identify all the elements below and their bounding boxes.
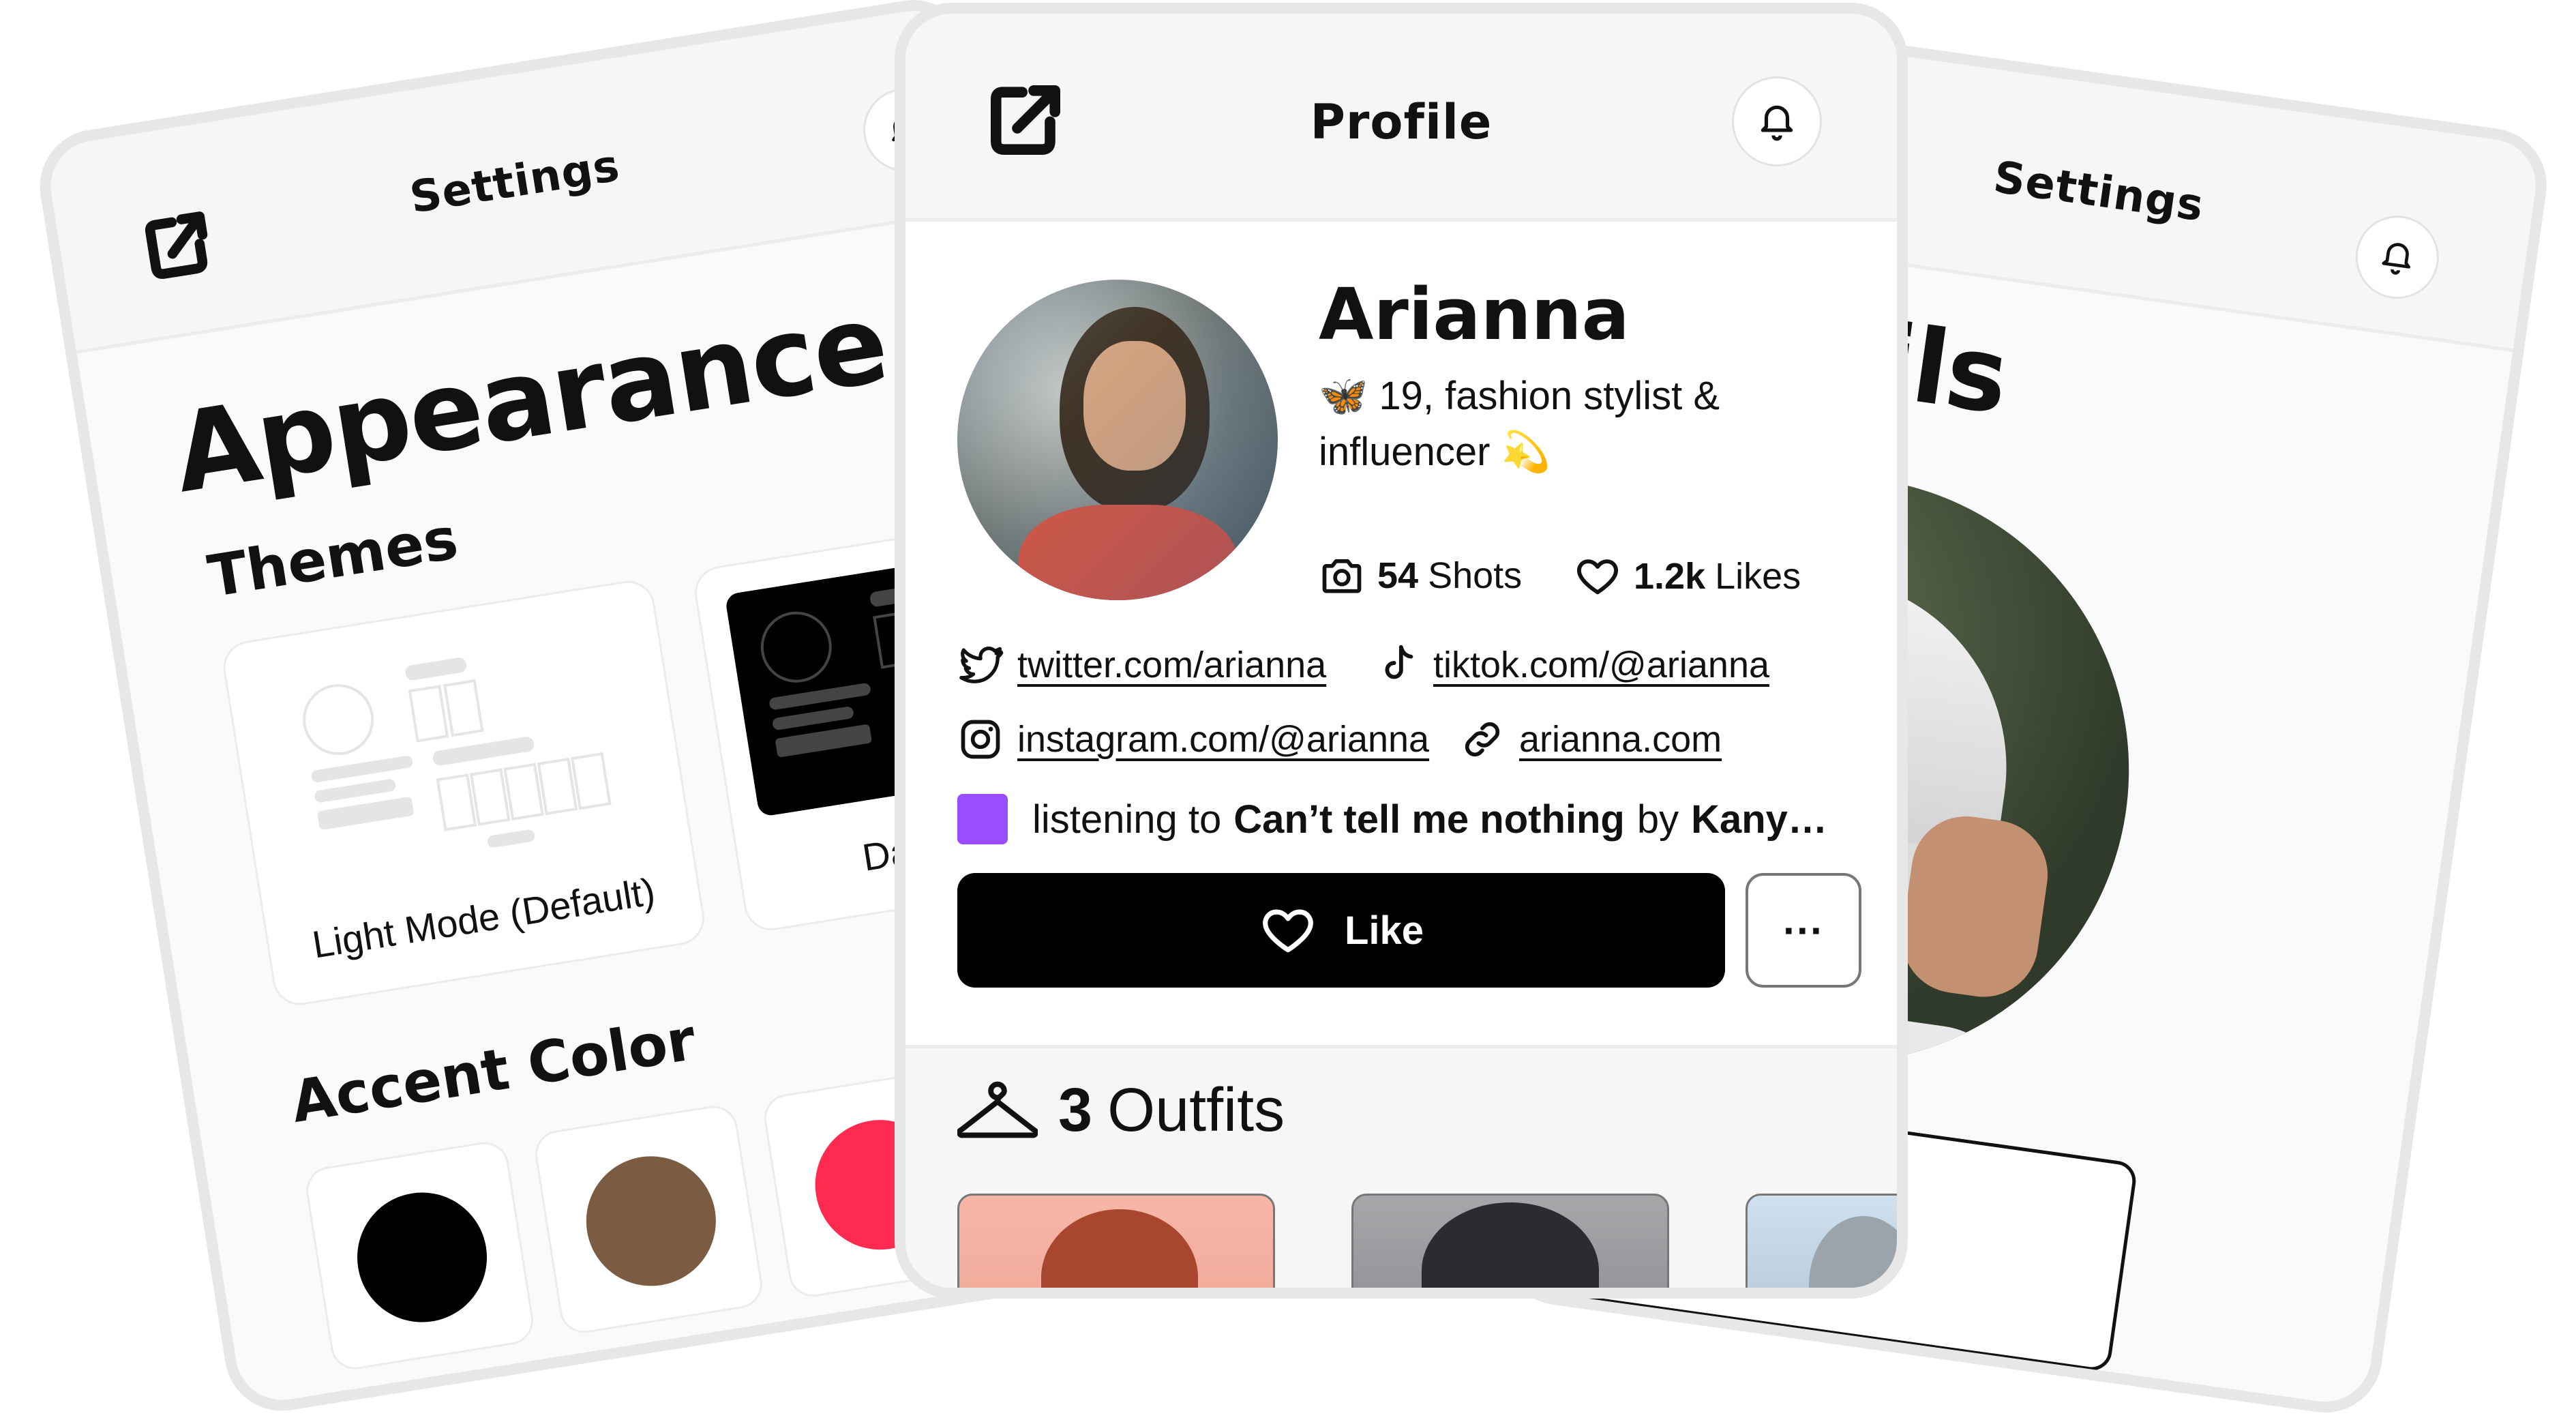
twitter-link[interactable]: twitter.com/arianna [1017,644,1326,686]
outfits-label: Outfits [1107,1076,1285,1144]
listening-by: by [1636,797,1679,842]
link-icon [1465,722,1500,757]
heart-icon [1577,559,1618,595]
bell-icon [2382,243,2411,275]
twitter-link-row: twitter.com/arianna [957,641,1326,689]
accent-color-heading: Accent Color [286,1005,700,1136]
profile-name: Arianna [1319,273,1630,356]
theme-label-light: Light Mode (Default) [309,870,658,966]
theme-card-light[interactable]: Light Mode (Default) [219,576,708,1009]
accent-swatch-brown[interactable] [531,1102,766,1337]
now-playing[interactable]: listening to Can’t tell me nothing by Ka… [957,794,1864,844]
accent-dot [348,1183,496,1332]
accent-dot [577,1147,725,1296]
instagram-icon [961,720,1000,759]
website-link-row: arianna.com [1459,716,1722,763]
profile-bio: 🦋 19, fashion stylist & influencer 💫 [1319,368,1837,480]
like-button-label: Like [1344,908,1424,953]
website-link[interactable]: arianna.com [1519,718,1722,760]
bio-line-2: influencer [1319,430,1491,474]
heart-icon [1263,909,1313,953]
outfit-card[interactable] [1746,1194,1897,1288]
artist-name: Kany… [1691,797,1827,842]
tiktok-link-row: tiktok.com/@arianna [1373,641,1769,689]
dizzy-icon: 💫 [1501,430,1551,474]
tiktok-link[interactable]: tiktok.com/@arianna [1433,644,1769,686]
settings-header-title: Settings [406,140,623,224]
profile-header: Profile [905,14,1897,222]
instagram-link-row: instagram.com/@arianna [957,716,1429,763]
shots-count: 54 [1377,555,1419,596]
profile-screen: Profile Arianna 🦋 19, fashion stylist & … [895,3,1908,1299]
like-button[interactable]: Like [957,873,1725,988]
outfits-heading: 3 Outfits [957,1076,1285,1146]
likes-label: Likes [1715,556,1801,597]
twitter-icon [959,646,1004,683]
accent-swatch-black[interactable] [302,1138,537,1373]
shots-label: Shots [1428,555,1523,596]
outfit-card[interactable] [1351,1194,1669,1288]
outfits-count: 3 [1058,1076,1093,1144]
light-theme-preview [289,629,631,880]
hanger-icon [957,1081,1038,1138]
now-playing-swatch [957,794,1008,844]
likes-stat[interactable]: 1.2k Likes [1574,552,1801,600]
song-title: Can’t tell me nothing [1233,797,1625,842]
themes-heading: Themes [203,505,462,610]
instagram-link[interactable]: instagram.com/@arianna [1017,718,1429,760]
tiktok-icon [1385,645,1413,679]
outfit-card[interactable] [957,1194,1275,1288]
shots-stat[interactable]: 54 Shots [1319,552,1522,599]
more-icon: ··· [1783,907,1824,953]
listening-prefix: listening to [1032,797,1222,842]
butterfly-icon: 🦋 [1319,374,1368,418]
more-options-button[interactable]: ··· [1746,873,1861,988]
bio-line-1: 19, fashion stylist & [1379,374,1720,418]
profile-avatar[interactable] [957,280,1278,600]
camera-icon [1322,559,1362,593]
likes-count: 1.2k [1634,556,1706,597]
notifications-button[interactable] [1732,76,1822,166]
bell-icon [1761,105,1793,141]
